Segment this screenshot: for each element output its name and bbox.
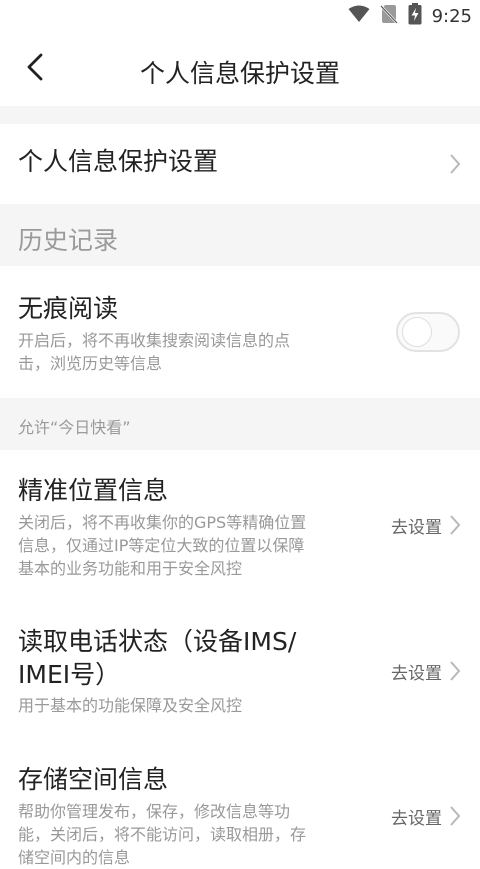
battery-charging-icon [408, 3, 422, 29]
toggle-knob [402, 317, 432, 347]
permission-desc-line1: 帮助你管理发布，保存，修改信息等功 [18, 802, 291, 821]
incognito-reading-desc-line2: 击，浏览历史等信息 [18, 354, 163, 373]
permission-item-phone-state[interactable]: 读取电话状态（设备IMS/ IMEI号） 用于基本的功能保障及安全风控 去设置 [0, 598, 480, 748]
status-bar: 9:25 [0, 0, 480, 32]
history-section-header: 历史记录 [0, 204, 480, 266]
go-settings-link[interactable]: 去设置 [391, 804, 442, 829]
history-section-title: 历史记录 [18, 226, 119, 255]
wifi-icon [348, 5, 370, 27]
chevron-right-icon [450, 515, 461, 535]
personal-info-settings-item[interactable]: 个人信息保护设置 [0, 124, 480, 204]
permission-desc-line1: 用于基本的功能保障及安全风控 [18, 696, 243, 715]
status-time: 9:25 [431, 5, 472, 27]
permission-desc-line2: 信息，仅通过IP等定位大致的位置以保障 [18, 536, 305, 555]
status-icons: 9:25 [348, 3, 472, 29]
incognito-reading-item: 无痕阅读 开启后，将不再收集搜索阅读信息的点 击，浏览历史等信息 [0, 266, 480, 398]
permission-title-line1: 读取电话状态（设备IMS/ [18, 627, 297, 656]
permission-desc-line2: 能，关闭后，将不能访问，读取相册，存 [18, 825, 307, 844]
go-settings-link[interactable]: 去设置 [391, 513, 442, 538]
permission-title: 存储空间信息 [18, 765, 169, 794]
chevron-right-icon [450, 661, 461, 681]
incognito-reading-toggle[interactable] [396, 312, 460, 352]
permission-desc-line3: 基本的业务功能和用于安全风控 [18, 559, 243, 578]
go-settings-link[interactable]: 去设置 [391, 659, 442, 684]
no-sim-icon [379, 4, 398, 28]
personal-info-settings-label: 个人信息保护设置 [18, 147, 219, 176]
permission-desc-line1: 关闭后，将不再收集你的GPS等精确位置 [18, 513, 307, 532]
header-bar: 个人信息保护设置 [0, 32, 480, 106]
permissions-section-header: 允许“今日快看” [0, 398, 480, 450]
section-divider [0, 106, 480, 124]
permission-title: 精准位置信息 [18, 476, 169, 505]
permission-item-precise-location[interactable]: 精准位置信息 关闭后，将不再收集你的GPS等精确位置 信息，仅通过IP等定位大致… [0, 450, 480, 598]
incognito-reading-desc-line1: 开启后，将不再收集搜索阅读信息的点 [18, 331, 291, 350]
chevron-right-icon [450, 806, 461, 826]
permission-title-line2: IMEI号） [18, 660, 121, 689]
permission-desc-line3: 储空间内的信息 [18, 848, 131, 867]
permission-item-storage[interactable]: 存储空间信息 帮助你管理发布，保存，修改信息等功 能，关闭后，将不能访问，读取相… [0, 748, 480, 867]
chevron-right-icon [450, 154, 461, 174]
permissions-section-title: 允许“今日快看” [18, 418, 131, 437]
incognito-reading-title: 无痕阅读 [18, 294, 119, 323]
page-title: 个人信息保护设置 [139, 59, 340, 88]
